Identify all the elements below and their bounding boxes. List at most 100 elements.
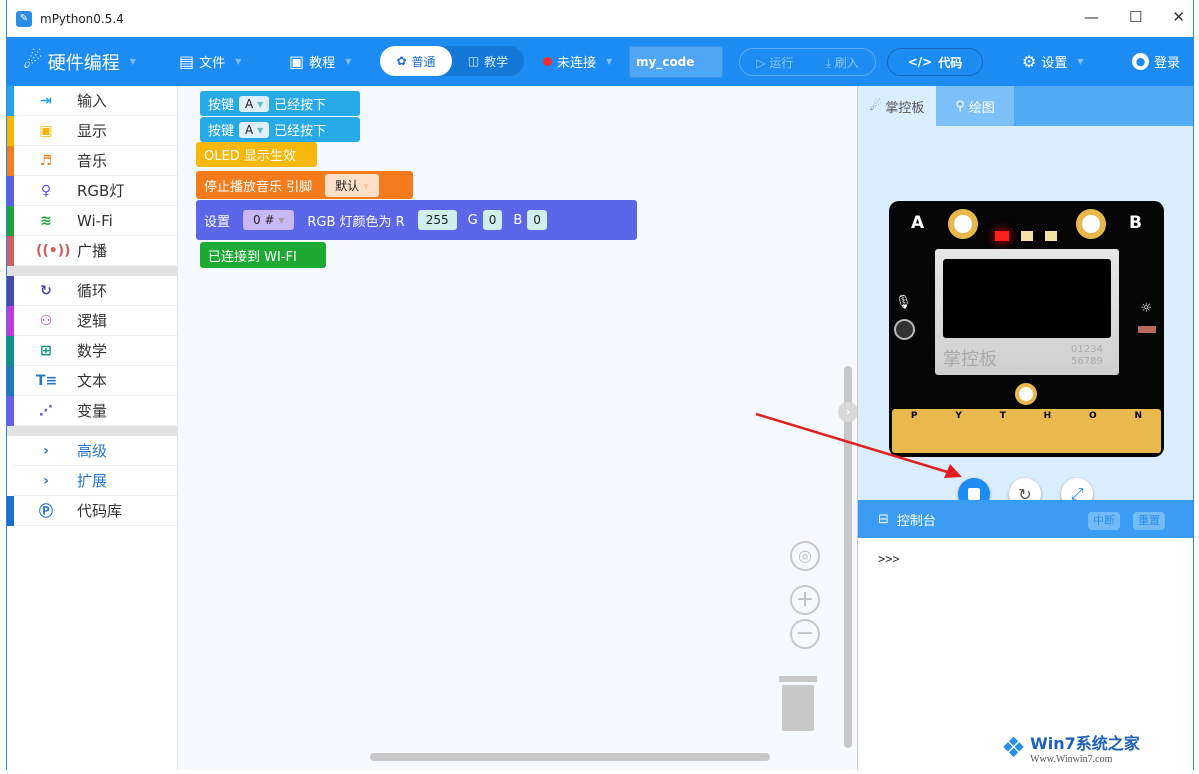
simulator-panel: ☄掌控板 ⚲绘图 A B 掌控板 01234 56789 🎙 ☼ PYTHON … [857, 86, 1193, 770]
stop-music-block[interactable]: 停止播放音乐 引脚默认 ▾ [196, 171, 413, 199]
board-label-b: B [1129, 213, 1142, 233]
connection-status[interactable]: 未连接▼ [543, 52, 612, 71]
category-icon: ⋰ [36, 403, 56, 419]
sidebar-item-逻辑[interactable]: ⚇逻辑 [7, 306, 177, 336]
led-dropdown[interactable]: 0 # ▾ [243, 210, 294, 230]
category-color-bar [7, 206, 14, 236]
sidebar-item-音乐[interactable]: ♬音乐 [7, 146, 177, 176]
sidebar-item-循环[interactable]: ↻循环 [7, 276, 177, 306]
mode-teach-label: 教学 [484, 53, 508, 70]
dropdown-value: A [245, 123, 253, 137]
category-color-bar [7, 436, 14, 466]
file-menu[interactable]: ▤文件▼ [179, 52, 241, 71]
sidebar-item-显示[interactable]: ▣显示 [7, 116, 177, 146]
category-label: 音乐 [77, 150, 107, 171]
category-label: 循环 [77, 280, 107, 301]
button-dropdown[interactable]: A ▾ [239, 96, 269, 112]
sidebar-item-代码库[interactable]: Ⓟ代码库 [7, 496, 177, 526]
zoom-in-icon[interactable]: + [790, 585, 820, 615]
category-label: Wi-Fi [77, 212, 113, 230]
touch-pad-icon [948, 209, 978, 239]
oled-screen: 掌控板 01234 56789 [935, 249, 1119, 375]
flash-label: 刷入 [835, 56, 859, 70]
category-label: 变量 [77, 400, 107, 421]
sidebar-item-Wi-Fi[interactable]: ≋Wi-Fi [7, 206, 177, 236]
code-icon: </> [908, 55, 933, 69]
category-color-bar [7, 276, 14, 306]
category-label: 高级 [77, 440, 107, 461]
status-dot-icon [543, 57, 552, 66]
board-simulator: A B 掌控板 01234 56789 🎙 ☼ PYTHON ↻ ⤢ [858, 126, 1193, 497]
button-pressed-block-1[interactable]: 按键A ▾已经按下 [200, 91, 360, 116]
wifi-connected-block[interactable]: 已连接到 WI-FI [200, 242, 326, 268]
block-text: G [468, 213, 478, 228]
mode-toggle: ✿普通 ◫教学 [380, 46, 524, 76]
rgb-led-red [995, 231, 1009, 241]
oled-show-block[interactable]: OLED 显示生效 [196, 142, 317, 167]
sidebar-item-变量[interactable]: ⋰ 变量 [7, 396, 177, 426]
brand-menu[interactable]: ☄硬件编程▼ [23, 49, 136, 75]
red-value-input[interactable]: 255 [418, 210, 457, 230]
pin-label: O [1089, 411, 1097, 453]
button-pressed-block-2[interactable]: 按键A ▾已经按下 [200, 117, 360, 142]
code-button[interactable]: </>代码 [887, 48, 983, 76]
pin-dropdown[interactable]: 默认 ▾ [325, 174, 379, 197]
run-button[interactable]: ▷ 运行 [756, 54, 793, 71]
console-icon: ⊟ [878, 512, 889, 527]
category-label: RGB灯 [77, 180, 124, 201]
screen-logo-text: 掌控板 [943, 345, 997, 371]
flash-button[interactable]: ⤓ 刷入 [826, 54, 859, 71]
category-color-bar [7, 176, 14, 206]
project-name-input[interactable]: my_code [629, 46, 723, 78]
category-label: 广播 [77, 240, 107, 261]
interrupt-button[interactable]: 中断 [1088, 512, 1120, 530]
category-color-bar [7, 496, 14, 526]
search-icon: ⚲ [955, 99, 965, 114]
block-text: 已连接到 WI-FI [208, 246, 297, 265]
category-label: 代码库 [77, 500, 122, 521]
horizontal-scrollbar[interactable] [370, 753, 770, 761]
settings-menu[interactable]: ⚙设置▼ [1022, 52, 1084, 71]
recenter-icon[interactable]: ◎ [790, 541, 820, 571]
trash-icon[interactable] [779, 676, 817, 731]
block-text: 停止播放音乐 引脚 [204, 176, 312, 195]
panel-tabs: ☄掌控板 ⚲绘图 [858, 86, 1193, 126]
block-text: 按键 [208, 94, 234, 113]
sidebar-item-数学[interactable]: ⊞数学 [7, 336, 177, 366]
zoom-out-icon[interactable]: − [790, 619, 820, 649]
sidebar-item-文本[interactable]: T≡文本 [7, 366, 177, 396]
block-text: 按键 [208, 120, 234, 139]
category-icon: › [36, 473, 56, 489]
tutorial-label: 教程 [309, 52, 335, 71]
sidebar-item-高级[interactable]: › 高级 [7, 436, 177, 466]
run-flash-group: ▷ 运行 ⤓ 刷入 [739, 48, 876, 76]
tutorial-menu[interactable]: ▣教程▼ [289, 52, 351, 71]
sidebar-item-RGB灯[interactable]: ♀RGB灯 [7, 176, 177, 206]
tab-draw[interactable]: ⚲绘图 [936, 86, 1014, 126]
set-rgb-color-block[interactable]: 设置0 # ▾RGB 灯颜色为 R255G0B0 [196, 200, 637, 240]
category-icon: ⇥ [36, 93, 56, 109]
brand-logo-icon: ☄ [23, 49, 43, 74]
sidebar-item-广播[interactable]: ((•))广播 [7, 236, 177, 266]
category-icon: › [36, 443, 56, 459]
category-label: 数学 [77, 340, 107, 361]
sidebar-item-输入[interactable]: ⇥输入 [7, 86, 177, 116]
dropdown-value: A [245, 97, 253, 111]
login-button[interactable]: ●登录 [1132, 52, 1180, 71]
green-value-input[interactable]: 0 [483, 210, 503, 230]
tab-board[interactable]: ☄掌控板 [858, 86, 936, 126]
file-icon: ▤ [179, 52, 194, 71]
category-color-bar [7, 396, 14, 426]
mode-teach-button[interactable]: ◫教学 [452, 46, 524, 76]
book-icon: ▣ [289, 52, 304, 71]
microphone-button[interactable] [894, 319, 915, 340]
console-output[interactable]: >>> [858, 538, 1193, 580]
button-dropdown[interactable]: A ▾ [239, 122, 269, 138]
toolbar: ☄硬件编程▼ ▤文件▼ ▣教程▼ ✿普通 ◫教学 未连接▼ my_code ▷ … [7, 37, 1193, 86]
watermark: ❖ Win7系统之家 Www.Winwin7.com [1001, 724, 1193, 770]
mode-normal-button[interactable]: ✿普通 [380, 46, 452, 76]
board-label-a: A [911, 213, 924, 233]
reset-button[interactable]: 重置 [1133, 512, 1165, 530]
sidebar-item-扩展[interactable]: ›扩展 [7, 466, 177, 496]
blue-value-input[interactable]: 0 [527, 210, 547, 230]
